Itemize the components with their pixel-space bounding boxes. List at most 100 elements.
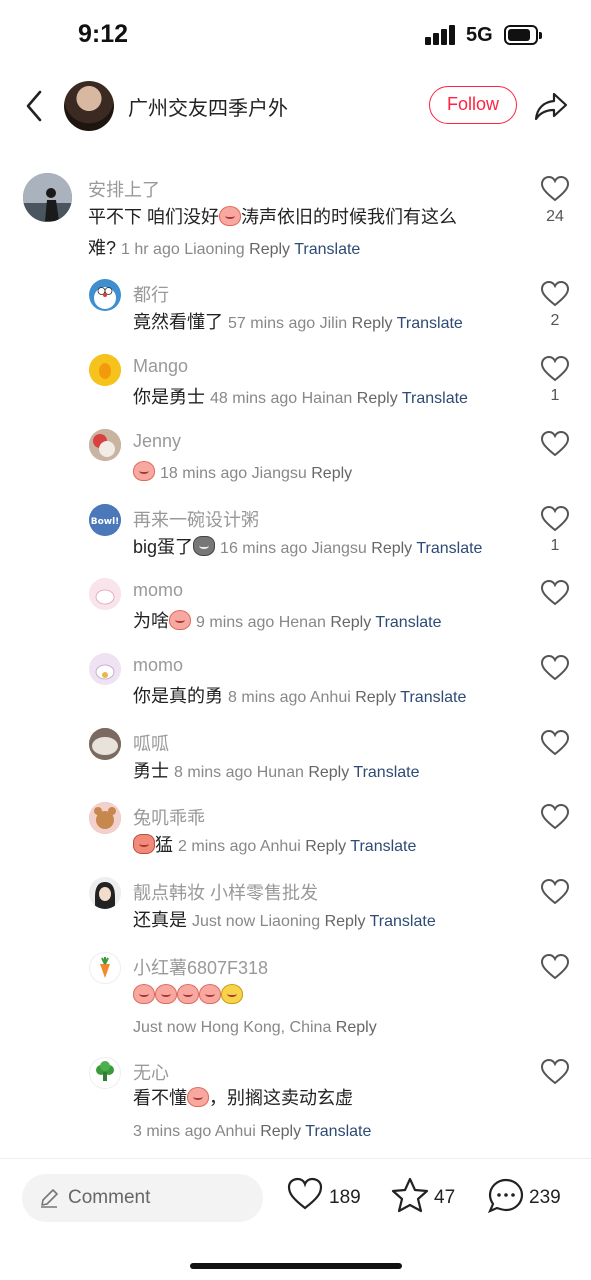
- follow-button[interactable]: Follow: [429, 86, 517, 124]
- crying-emoji-icon: [169, 610, 191, 630]
- thumbs-up-emoji-icon: [133, 834, 155, 854]
- reply-link[interactable]: Reply: [325, 913, 366, 930]
- comment-text: 竟然看懂了: [133, 312, 223, 332]
- commenter-name[interactable]: 无心: [133, 1059, 169, 1085]
- comment-text: 平不下 咱们没好: [88, 207, 220, 227]
- like-count: 1: [550, 387, 560, 404]
- crying-emoji-icon: [133, 984, 155, 1004]
- avatar[interactable]: [89, 578, 121, 610]
- reply-link[interactable]: Reply: [357, 390, 398, 407]
- commenter-name[interactable]: 安排上了: [88, 176, 160, 202]
- bottom-action-bar: Comment 189 47 239: [0, 1158, 591, 1280]
- comment-text-cont: ，别搁这卖动玄虚: [209, 1088, 353, 1108]
- post-header: 广州交友四季户外 Follow: [0, 70, 591, 142]
- commenter-name[interactable]: 兔叽乖乖: [133, 804, 205, 830]
- translate-link[interactable]: Translate: [397, 315, 463, 332]
- heart-icon[interactable]: [541, 954, 569, 980]
- reply-link[interactable]: Reply: [371, 540, 412, 557]
- commenter-name[interactable]: 小红薯6807F318: [133, 954, 268, 980]
- comment-input[interactable]: Comment: [22, 1174, 263, 1222]
- commenter-name[interactable]: Mango: [133, 356, 188, 377]
- heart-icon[interactable]: [541, 1059, 569, 1085]
- commenter-name[interactable]: 靓点韩妆 小样零售批发: [133, 879, 318, 905]
- comment-text: 为啥: [133, 611, 169, 631]
- reply-link[interactable]: Reply: [355, 689, 396, 706]
- comment-meta: 1 hr ago Liaoning: [121, 241, 245, 258]
- like-total: 189: [329, 1187, 361, 1208]
- translate-link[interactable]: Translate: [402, 390, 468, 407]
- reply-link[interactable]: Reply: [249, 241, 290, 258]
- share-icon[interactable]: [534, 90, 568, 122]
- translate-link[interactable]: Translate: [350, 838, 416, 855]
- cat-emoji-icon: [193, 536, 216, 556]
- avatar[interactable]: [89, 952, 121, 984]
- translate-link[interactable]: Translate: [305, 1123, 371, 1140]
- comment-text: 看不懂: [133, 1088, 187, 1108]
- avatar[interactable]: [89, 653, 121, 685]
- peach-emoji-icon: [219, 206, 242, 226]
- commenter-name[interactable]: momo: [133, 580, 183, 601]
- like-count: 1: [550, 537, 560, 554]
- status-bar: 9:12 5G: [0, 0, 591, 70]
- heart-icon[interactable]: [541, 879, 569, 905]
- heart-icon[interactable]: [541, 730, 569, 756]
- comments-button[interactable]: 239: [487, 1177, 567, 1219]
- reply-link[interactable]: Reply: [305, 838, 346, 855]
- like-button[interactable]: 189: [287, 1177, 367, 1219]
- heart-icon: [287, 1177, 323, 1210]
- heart-icon[interactable]: [541, 804, 569, 830]
- translate-link[interactable]: Translate: [400, 689, 466, 706]
- comment-placeholder: Comment: [68, 1187, 151, 1208]
- comment-meta: 8 mins ago Anhui: [228, 689, 351, 706]
- translate-link[interactable]: Translate: [370, 913, 436, 930]
- avatar[interactable]: [89, 279, 121, 311]
- smile-emoji-icon: [221, 984, 243, 1004]
- heart-icon[interactable]: [541, 580, 569, 606]
- commenter-name[interactable]: 再来一碗设计粥: [133, 506, 259, 532]
- back-arrow-icon[interactable]: [22, 88, 48, 124]
- network-type: 5G: [466, 24, 493, 46]
- avatar[interactable]: [89, 429, 121, 461]
- commenter-name[interactable]: Jenny: [133, 431, 181, 452]
- avatar[interactable]: [89, 877, 121, 909]
- heart-icon[interactable]: [541, 431, 569, 457]
- like-count: 24: [546, 208, 564, 225]
- crying-emoji-icon: [187, 1087, 209, 1107]
- translate-link[interactable]: Translate: [353, 764, 419, 781]
- reply-link[interactable]: Reply: [330, 614, 371, 631]
- author-avatar[interactable]: [64, 81, 114, 131]
- reply-link[interactable]: Reply: [352, 315, 393, 332]
- heart-icon[interactable]: [541, 281, 569, 307]
- favorite-total: 47: [434, 1187, 456, 1208]
- reply-link[interactable]: Reply: [336, 1019, 377, 1036]
- reply-link[interactable]: Reply: [308, 764, 349, 781]
- translate-link[interactable]: Translate: [416, 540, 482, 557]
- reply-link[interactable]: Reply: [311, 465, 352, 482]
- avatar[interactable]: Bowl!: [89, 504, 121, 536]
- author-name[interactable]: 广州交友四季户外: [128, 92, 288, 121]
- favorite-button[interactable]: 47: [391, 1177, 461, 1219]
- chat-bubble-icon: [487, 1178, 524, 1214]
- heart-icon[interactable]: [541, 356, 569, 382]
- avatar[interactable]: [89, 354, 121, 386]
- heart-icon[interactable]: [541, 655, 569, 681]
- home-indicator[interactable]: [190, 1263, 402, 1269]
- comment-meta: 8 mins ago Hunan: [174, 764, 304, 781]
- avatar[interactable]: [89, 802, 121, 834]
- translate-link[interactable]: Translate: [294, 241, 360, 258]
- commenter-name[interactable]: 呱呱: [133, 730, 169, 756]
- peach-emoji-icon: [155, 984, 177, 1004]
- avatar[interactable]: [89, 728, 121, 760]
- commenter-name[interactable]: 都行: [133, 281, 169, 307]
- avatar[interactable]: [89, 1057, 121, 1089]
- comment-text: 你是勇士: [133, 387, 205, 407]
- comment-meta: Just now Hong Kong, China: [133, 1019, 332, 1036]
- translate-link[interactable]: Translate: [375, 614, 441, 631]
- comment-text: big蛋了: [133, 537, 194, 557]
- heart-icon[interactable]: [541, 176, 569, 202]
- reply-link[interactable]: Reply: [260, 1123, 301, 1140]
- heart-icon[interactable]: [541, 506, 569, 532]
- avatar[interactable]: [23, 173, 72, 222]
- star-icon: [391, 1177, 429, 1213]
- commenter-name[interactable]: momo: [133, 655, 183, 676]
